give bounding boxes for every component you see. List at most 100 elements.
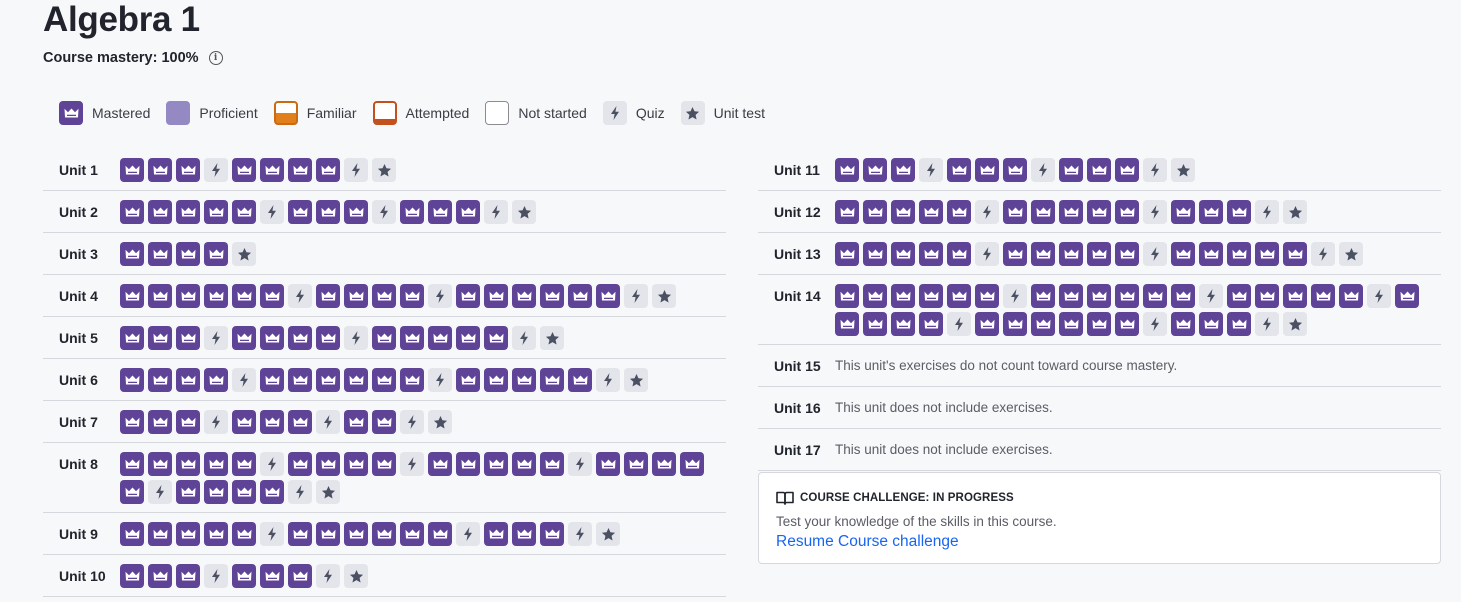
skill-mastered[interactable] <box>1227 200 1251 224</box>
skill-mastered[interactable] <box>344 200 368 224</box>
skill-mastered[interactable] <box>176 410 200 434</box>
skill-mastered[interactable] <box>1031 312 1055 336</box>
skill-mastered[interactable] <box>1003 158 1027 182</box>
quiz-button[interactable] <box>344 326 368 350</box>
skill-mastered[interactable] <box>176 564 200 588</box>
skill-mastered[interactable] <box>428 452 452 476</box>
skill-mastered[interactable] <box>891 200 915 224</box>
skill-mastered[interactable] <box>316 368 340 392</box>
skill-mastered[interactable] <box>232 410 256 434</box>
skill-mastered[interactable] <box>835 242 859 266</box>
skill-mastered[interactable] <box>148 452 172 476</box>
unit-test-button[interactable] <box>512 200 536 224</box>
skill-mastered[interactable] <box>176 200 200 224</box>
skill-mastered[interactable] <box>316 452 340 476</box>
skill-mastered[interactable] <box>232 452 256 476</box>
unit-label[interactable]: Unit 17 <box>774 438 835 462</box>
skill-mastered[interactable] <box>512 522 536 546</box>
skill-mastered[interactable] <box>947 242 971 266</box>
quiz-button[interactable] <box>1199 284 1223 308</box>
skill-mastered[interactable] <box>891 242 915 266</box>
skill-mastered[interactable] <box>204 242 228 266</box>
unit-label[interactable]: Unit 10 <box>59 564 120 588</box>
skill-mastered[interactable] <box>975 158 999 182</box>
skill-mastered[interactable] <box>148 522 172 546</box>
unit-label[interactable]: Unit 4 <box>59 284 120 308</box>
unit-test-button[interactable] <box>624 368 648 392</box>
skill-mastered[interactable] <box>891 158 915 182</box>
unit-test-button[interactable] <box>596 522 620 546</box>
unit-label[interactable]: Unit 13 <box>774 242 835 266</box>
skill-mastered[interactable] <box>484 522 508 546</box>
skill-mastered[interactable] <box>176 326 200 350</box>
quiz-button[interactable] <box>316 410 340 434</box>
skill-mastered[interactable] <box>1115 242 1139 266</box>
skill-mastered[interactable] <box>288 200 312 224</box>
skill-mastered[interactable] <box>1255 242 1279 266</box>
skill-mastered[interactable] <box>120 480 144 504</box>
quiz-button[interactable] <box>232 368 256 392</box>
skill-mastered[interactable] <box>512 284 536 308</box>
quiz-button[interactable] <box>1367 284 1391 308</box>
skill-mastered[interactable] <box>484 368 508 392</box>
skill-mastered[interactable] <box>344 522 368 546</box>
skill-mastered[interactable] <box>484 284 508 308</box>
skill-mastered[interactable] <box>344 368 368 392</box>
skill-mastered[interactable] <box>947 284 971 308</box>
skill-mastered[interactable] <box>204 452 228 476</box>
skill-mastered[interactable] <box>1087 312 1111 336</box>
quiz-button[interactable] <box>568 452 592 476</box>
skill-mastered[interactable] <box>1171 312 1195 336</box>
skill-mastered[interactable] <box>1087 242 1111 266</box>
quiz-button[interactable] <box>204 410 228 434</box>
unit-test-button[interactable] <box>540 326 564 350</box>
skill-mastered[interactable] <box>540 452 564 476</box>
skill-mastered[interactable] <box>1087 284 1111 308</box>
skill-mastered[interactable] <box>624 452 648 476</box>
skill-mastered[interactable] <box>540 284 564 308</box>
unit-test-button[interactable] <box>232 242 256 266</box>
unit-test-button[interactable] <box>344 564 368 588</box>
skill-mastered[interactable] <box>1031 284 1055 308</box>
skill-mastered[interactable] <box>316 200 340 224</box>
skill-mastered[interactable] <box>512 368 536 392</box>
skill-mastered[interactable] <box>120 522 144 546</box>
unit-test-button[interactable] <box>428 410 452 434</box>
quiz-button[interactable] <box>316 564 340 588</box>
quiz-button[interactable] <box>204 564 228 588</box>
skill-mastered[interactable] <box>344 284 368 308</box>
skill-mastered[interactable] <box>835 284 859 308</box>
skill-mastered[interactable] <box>176 452 200 476</box>
unit-test-button[interactable] <box>1283 312 1307 336</box>
unit-label[interactable]: Unit 7 <box>59 410 120 434</box>
skill-mastered[interactable] <box>1283 284 1307 308</box>
skill-mastered[interactable] <box>120 158 144 182</box>
skill-mastered[interactable] <box>232 480 256 504</box>
quiz-button[interactable] <box>400 410 424 434</box>
skill-mastered[interactable] <box>835 312 859 336</box>
skill-mastered[interactable] <box>344 410 368 434</box>
skill-mastered[interactable] <box>596 284 620 308</box>
skill-mastered[interactable] <box>288 452 312 476</box>
quiz-button[interactable] <box>1003 284 1027 308</box>
skill-mastered[interactable] <box>176 284 200 308</box>
unit-label[interactable]: Unit 8 <box>59 452 120 476</box>
skill-mastered[interactable] <box>1003 200 1027 224</box>
skill-mastered[interactable] <box>1059 242 1083 266</box>
skill-mastered[interactable] <box>456 368 480 392</box>
skill-mastered[interactable] <box>372 452 396 476</box>
quiz-button[interactable] <box>975 200 999 224</box>
quiz-button[interactable] <box>148 480 172 504</box>
skill-mastered[interactable] <box>288 522 312 546</box>
quiz-button[interactable] <box>260 522 284 546</box>
skill-mastered[interactable] <box>1143 284 1167 308</box>
unit-label[interactable]: Unit 11 <box>774 158 835 182</box>
skill-mastered[interactable] <box>400 522 424 546</box>
unit-label[interactable]: Unit 2 <box>59 200 120 224</box>
skill-mastered[interactable] <box>120 284 144 308</box>
skill-mastered[interactable] <box>232 522 256 546</box>
quiz-button[interactable] <box>947 312 971 336</box>
skill-mastered[interactable] <box>120 564 144 588</box>
skill-mastered[interactable] <box>176 158 200 182</box>
quiz-button[interactable] <box>204 158 228 182</box>
